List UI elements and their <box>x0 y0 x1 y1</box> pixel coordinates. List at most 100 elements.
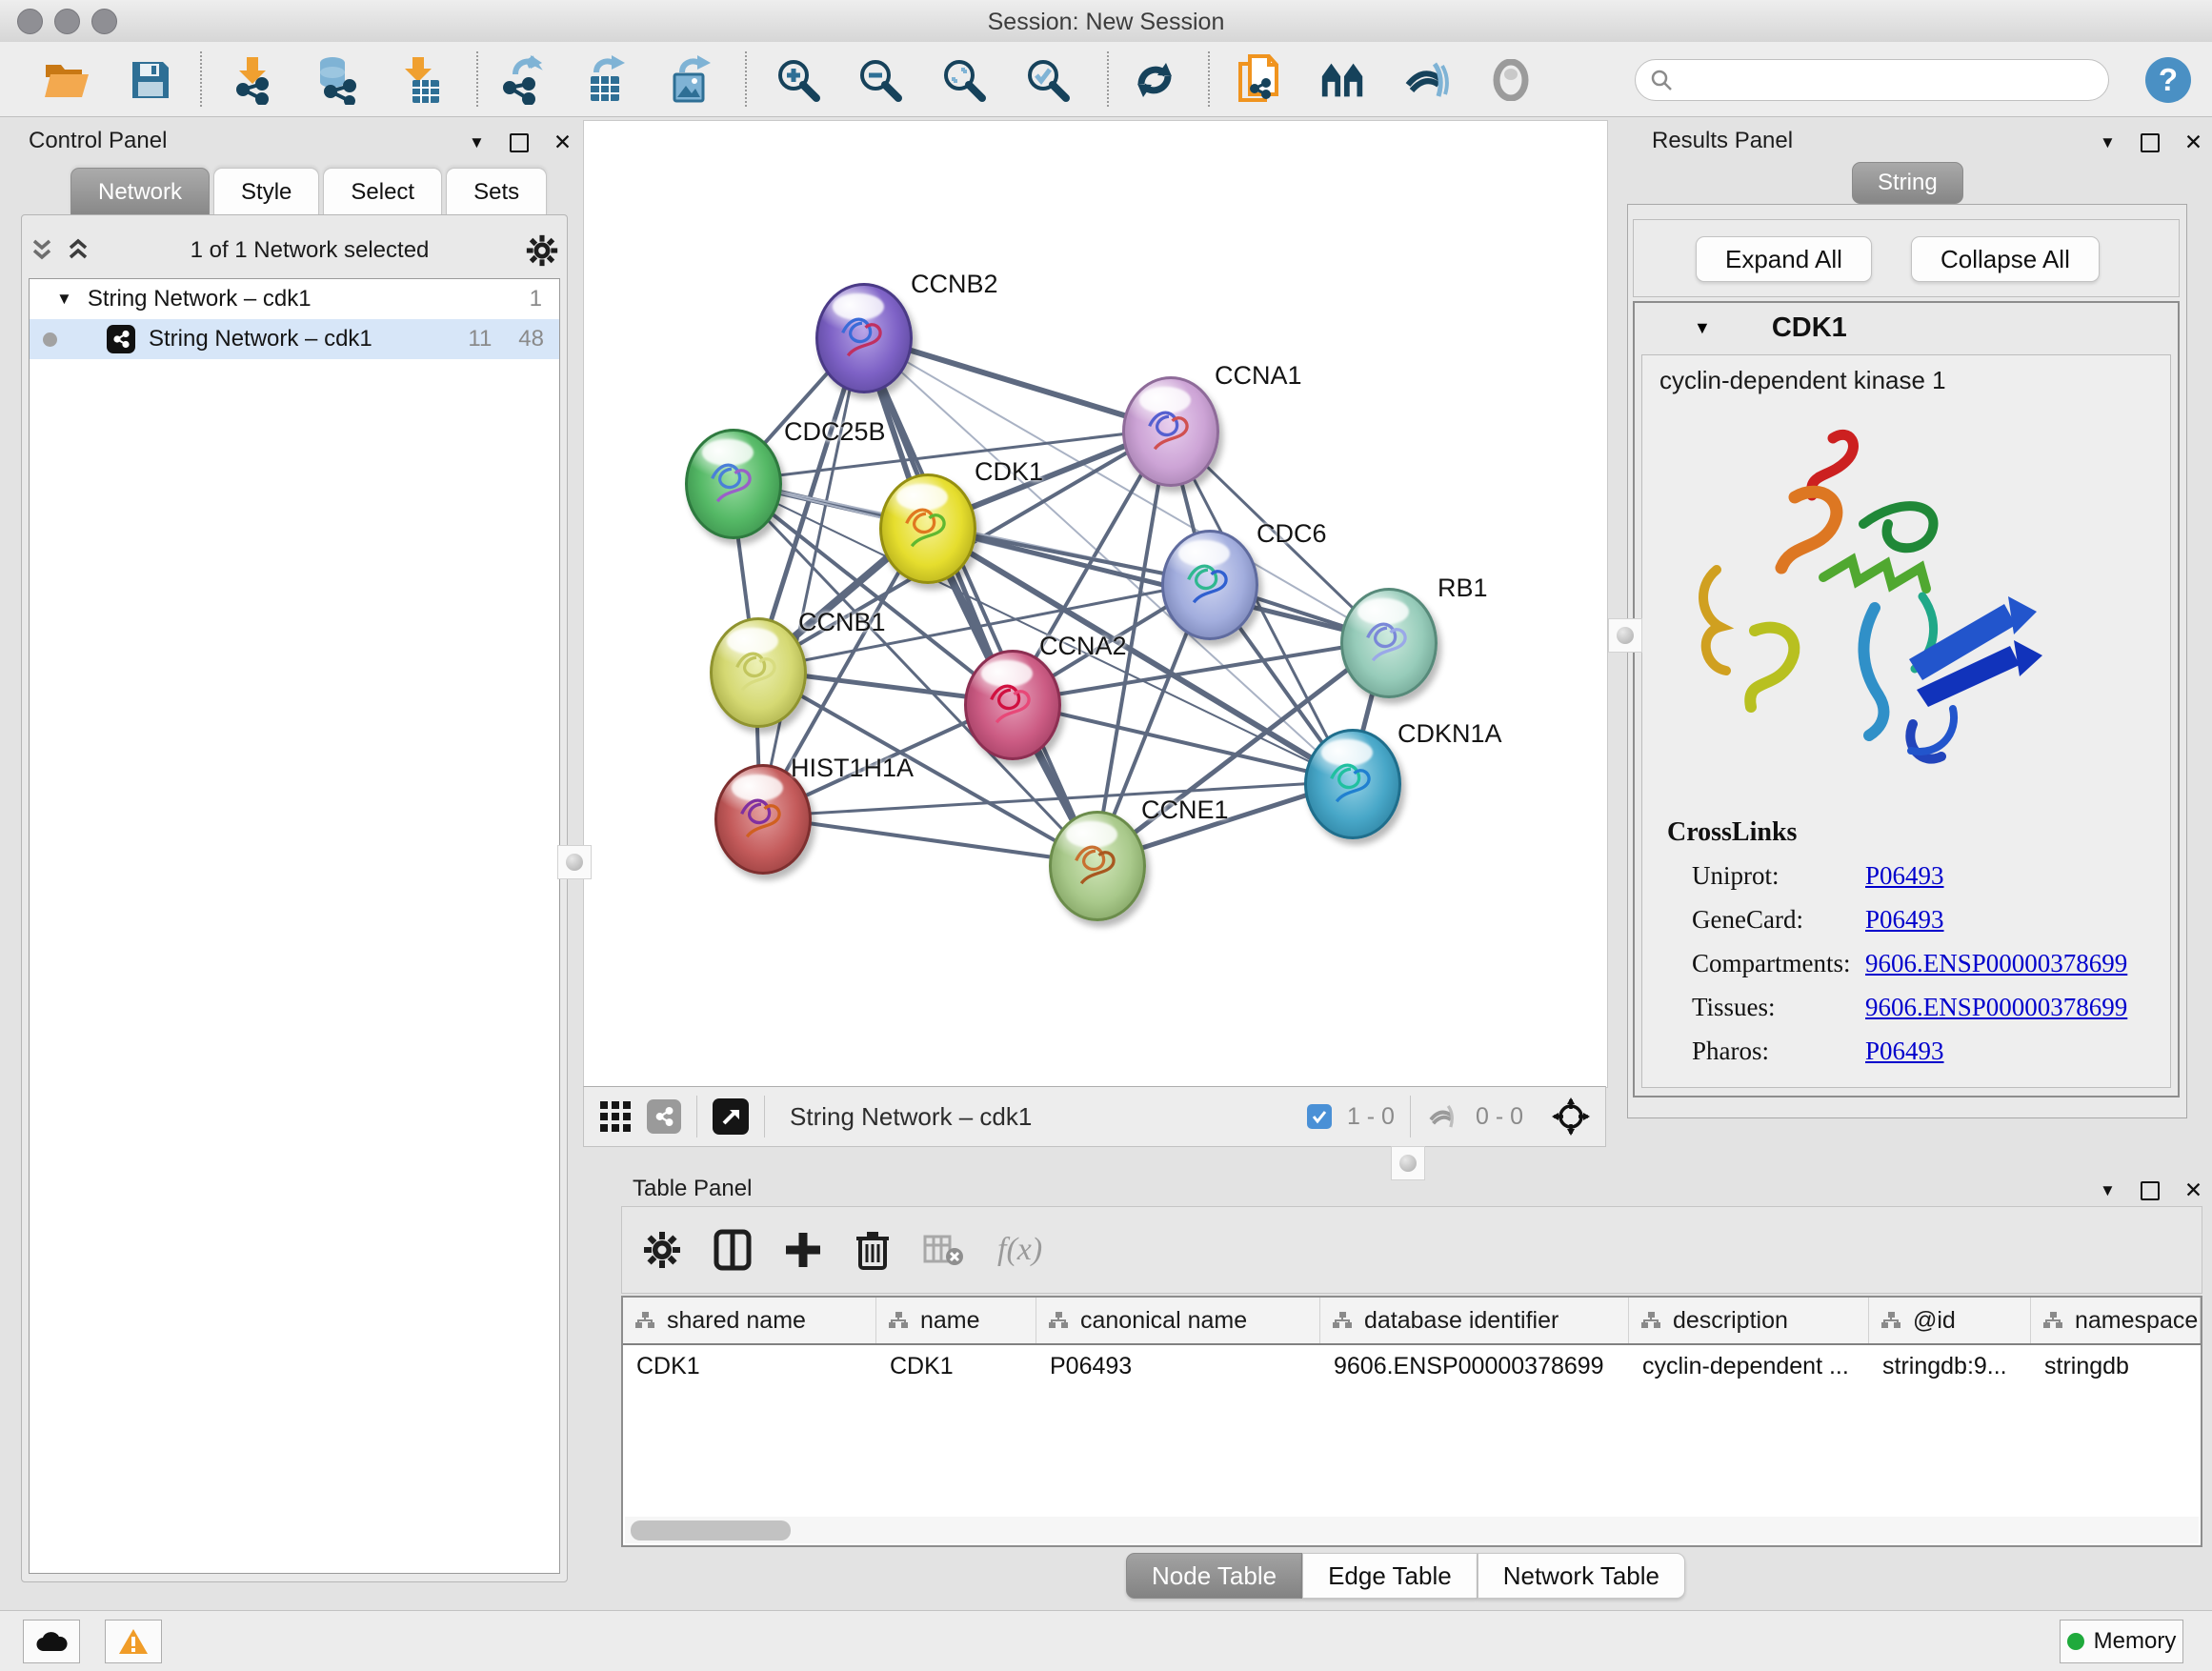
table-cell[interactable]: CDK1 <box>623 1345 876 1387</box>
crosslink-link[interactable]: P06493 <box>1865 861 1944 890</box>
collapse-all-button[interactable]: Collapse All <box>1911 236 2100 282</box>
network-row[interactable]: String Network – cdk1 11 48 <box>30 319 559 359</box>
tab-network-table[interactable]: Network Table <box>1478 1553 1685 1599</box>
table-row[interactable]: CDK1CDK1P064939606.ENSP00000378699cyclin… <box>623 1345 2201 1387</box>
network-edge[interactable] <box>861 335 1095 863</box>
memory-button[interactable]: Memory <box>2060 1620 2183 1663</box>
import-network-from-database-icon[interactable] <box>311 55 360 105</box>
refresh-icon[interactable] <box>1130 55 1179 105</box>
zoom-fit-icon[interactable] <box>939 55 989 105</box>
collapse-all-icon[interactable] <box>29 237 57 264</box>
panel-float-icon[interactable] <box>2141 133 2160 152</box>
search-box[interactable] <box>1635 59 2109 101</box>
result-entry-header[interactable]: ▼ CDK1 <box>1633 305 2180 351</box>
table-cell[interactable]: stringdb:9... <box>1869 1345 2031 1387</box>
hide-selected-icon[interactable] <box>1402 55 1452 105</box>
column-header-database-identifier[interactable]: database identifier <box>1320 1298 1629 1343</box>
network-view-icon[interactable] <box>647 1099 681 1134</box>
duplicate-network-icon[interactable] <box>1235 55 1284 105</box>
detach-view-icon[interactable] <box>713 1098 749 1135</box>
column-header-namespace[interactable]: namespace <box>2031 1298 2201 1343</box>
table-cell[interactable]: cyclin-dependent ... <box>1629 1345 1869 1387</box>
fit-selected-icon[interactable] <box>1552 1097 1590 1136</box>
export-image-icon[interactable] <box>665 55 714 105</box>
column-header-shared-name[interactable]: shared name <box>623 1298 876 1343</box>
network-collection-row[interactable]: ▼ String Network – cdk1 1 <box>30 279 559 319</box>
table-cell[interactable]: CDK1 <box>876 1345 1036 1387</box>
panel-menu-icon[interactable]: ▼ <box>469 133 485 152</box>
table-options-gear-icon[interactable] <box>643 1231 681 1269</box>
tab-node-table[interactable]: Node Table <box>1126 1553 1302 1599</box>
zoom-out-icon[interactable] <box>855 55 905 105</box>
column-header-description[interactable]: description <box>1629 1298 1869 1343</box>
delete-table-icon[interactable] <box>923 1233 965 1267</box>
warnings-button[interactable] <box>105 1620 162 1663</box>
expand-all-button[interactable]: Expand All <box>1696 236 1872 282</box>
network-node-rb1[interactable] <box>1340 588 1438 698</box>
left-splitter-handle[interactable] <box>557 845 592 879</box>
zoom-in-icon[interactable] <box>774 55 823 105</box>
help-icon[interactable]: ? <box>2145 57 2191 103</box>
collection-expander-icon[interactable]: ▼ <box>56 290 72 309</box>
network-edge[interactable] <box>760 335 861 816</box>
open-session-icon[interactable] <box>42 55 91 105</box>
table-cell[interactable]: P06493 <box>1036 1345 1320 1387</box>
network-node-cdk1[interactable] <box>879 473 976 584</box>
column-header-name[interactable]: name <box>876 1298 1036 1343</box>
network-node-ccna1[interactable] <box>1122 376 1219 487</box>
panel-close-icon[interactable]: ✕ <box>553 130 572 155</box>
show-columns-icon[interactable] <box>714 1229 752 1271</box>
table-cell[interactable]: 9606.ENSP00000378699 <box>1320 1345 1629 1387</box>
delete-column-icon[interactable] <box>855 1229 891 1271</box>
hidden-items-icon[interactable] <box>1426 1102 1460 1131</box>
cloud-button[interactable] <box>23 1620 80 1663</box>
network-options-gear-icon[interactable] <box>526 234 558 267</box>
import-network-icon[interactable] <box>229 55 278 105</box>
panel-menu-icon[interactable]: ▼ <box>2100 133 2116 152</box>
panel-menu-icon[interactable]: ▼ <box>2100 1181 2116 1200</box>
zoom-selected-icon[interactable] <box>1023 55 1073 105</box>
network-node-ccna2[interactable] <box>964 650 1061 760</box>
export-network-icon[interactable] <box>497 55 547 105</box>
panel-float-icon[interactable] <box>2141 1181 2160 1200</box>
network-node-cdc25b[interactable] <box>685 429 782 539</box>
network-node-cdc6[interactable] <box>1161 530 1258 640</box>
save-session-icon[interactable] <box>126 55 175 105</box>
crosslink-link[interactable]: 9606.ENSP00000378699 <box>1865 993 2127 1021</box>
network-node-ccnb1[interactable] <box>710 617 807 728</box>
entry-expander-icon[interactable]: ▼ <box>1694 318 1711 338</box>
panel-close-icon[interactable]: ✕ <box>2184 130 2202 155</box>
table-cell[interactable]: stringdb <box>2031 1345 2201 1387</box>
add-column-icon[interactable] <box>784 1231 822 1269</box>
search-input[interactable] <box>1681 66 2085 94</box>
column-header--id[interactable]: @id <box>1869 1298 2031 1343</box>
column-header-canonical-name[interactable]: canonical name <box>1036 1298 1320 1343</box>
right-splitter-handle[interactable] <box>1608 618 1642 653</box>
export-table-icon[interactable] <box>581 55 631 105</box>
network-edge[interactable] <box>1010 702 1350 781</box>
tab-edge-table[interactable]: Edge Table <box>1302 1553 1478 1599</box>
crosslink-link[interactable]: P06493 <box>1865 905 1944 934</box>
crosslink-link[interactable]: P06493 <box>1865 1037 1944 1065</box>
bottom-splitter-handle[interactable] <box>1391 1146 1425 1180</box>
show-all-icon[interactable] <box>1486 55 1536 105</box>
network-canvas[interactable]: CCNB2CCNA1CDC25BCDK1CDC6RB1CCNB1CCNA2CDK… <box>583 120 1608 1088</box>
tab-select[interactable]: Select <box>323 168 442 216</box>
network-node-ccnb2[interactable] <box>815 283 913 393</box>
tab-style[interactable]: Style <box>213 168 319 216</box>
tab-network[interactable]: Network <box>70 168 210 216</box>
tab-sets[interactable]: Sets <box>446 168 547 216</box>
selected-items-checkbox[interactable] <box>1307 1104 1332 1129</box>
network-node-ccne1[interactable] <box>1049 811 1146 921</box>
expand-all-icon[interactable] <box>65 237 93 264</box>
tab-string[interactable]: String <box>1852 162 1963 204</box>
crosslink-link[interactable]: 9606.ENSP00000378699 <box>1865 949 2127 977</box>
table-horizontal-scrollbar[interactable] <box>625 1517 2199 1543</box>
network-node-cdkn1a[interactable] <box>1304 729 1401 839</box>
panel-float-icon[interactable] <box>510 133 529 152</box>
scrollbar-thumb[interactable] <box>631 1520 791 1540</box>
grid-view-icon[interactable] <box>599 1100 632 1133</box>
import-table-icon[interactable] <box>396 55 446 105</box>
panel-close-icon[interactable]: ✕ <box>2184 1178 2202 1203</box>
first-neighbors-icon[interactable] <box>1318 55 1368 105</box>
